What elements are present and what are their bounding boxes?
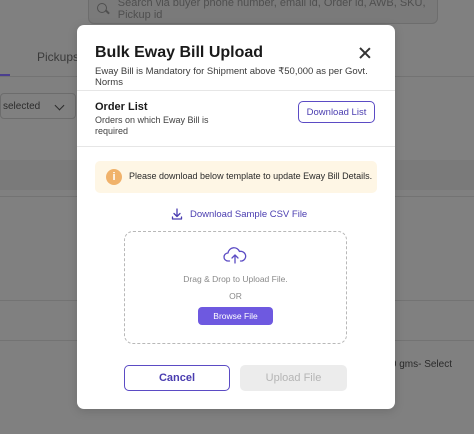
download-sample-csv-label: Download Sample CSV File	[190, 208, 308, 220]
dropzone-or: OR	[229, 291, 242, 301]
info-banner: i Please download below template to upda…	[95, 161, 377, 193]
chevron-down-icon	[54, 100, 65, 111]
download-icon	[171, 208, 183, 220]
modal-subtitle: Eway Bill is Mandatory for Shipment abov…	[95, 66, 368, 88]
modal-title: Bulk Eway Bill Upload	[95, 44, 264, 61]
file-dropzone[interactable]: Drag & Drop to Upload File. OR Browse Fi…	[124, 231, 347, 344]
download-list-button[interactable]: Download List	[298, 101, 375, 123]
bulk-eway-bill-modal: Bulk Eway Bill Upload Eway Bill is Manda…	[77, 25, 395, 409]
global-search-bar[interactable]: Search via buyer phone number, email id,…	[88, 0, 438, 24]
row-weight-text: 00 gms- Select	[385, 359, 452, 370]
selection-dropdown[interactable]: selected	[0, 93, 76, 119]
tab-pickups[interactable]: Pickups	[37, 50, 79, 64]
search-icon	[97, 3, 108, 15]
upload-file-button[interactable]: Upload File	[240, 365, 347, 391]
cancel-button[interactable]: Cancel	[124, 365, 230, 391]
info-banner-text: Please download below template to update…	[129, 171, 373, 181]
header-divider	[77, 90, 395, 91]
dropzone-text: Drag & Drop to Upload File.	[183, 274, 288, 284]
cloud-upload-icon	[223, 247, 247, 264]
order-list-description: Orders on which Eway Bill is required	[95, 115, 209, 136]
close-icon[interactable]	[357, 45, 373, 61]
browse-file-button[interactable]: Browse File	[198, 307, 273, 325]
info-icon: i	[106, 169, 122, 185]
section-divider	[77, 146, 395, 147]
download-sample-csv-link[interactable]: Download Sample CSV File	[171, 208, 307, 220]
search-placeholder: Search via buyer phone number, email id,…	[117, 0, 426, 21]
selection-dropdown-value: selected	[3, 100, 41, 112]
order-list-title: Order List	[95, 101, 148, 113]
